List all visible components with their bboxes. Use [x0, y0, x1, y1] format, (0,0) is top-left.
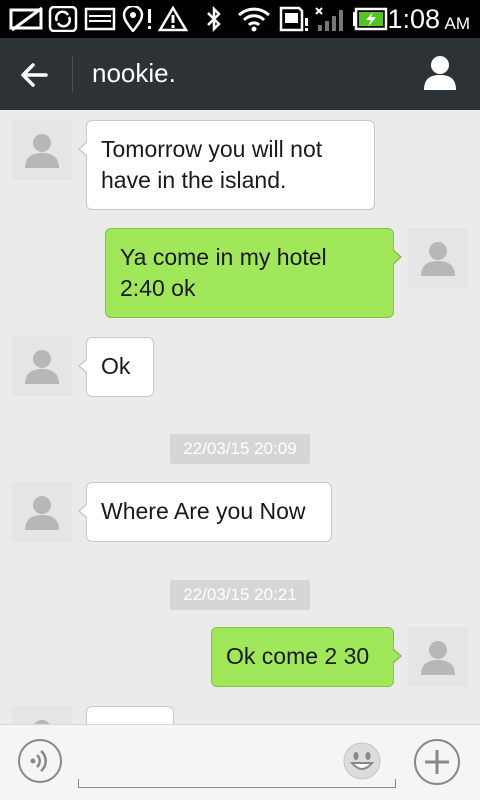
message-line: Ok come 2 30 [226, 643, 370, 669]
avatar-person-icon [25, 496, 59, 530]
avatar-person-icon [421, 242, 455, 276]
sync-icon [48, 6, 78, 32]
contact-avatar[interactable] [12, 120, 72, 180]
plus-button[interactable] [414, 739, 460, 785]
incoming-message[interactable]: Ok [78, 337, 154, 397]
message-line: Ok [101, 353, 131, 379]
battery-charging-icon [353, 7, 388, 31]
plus-icon [425, 750, 449, 774]
message-timestamp: 22/03/15 20:09 [170, 434, 310, 464]
message-line: Tomorrow you will not [101, 136, 323, 162]
contact-avatar[interactable] [12, 706, 72, 724]
emoji-icon[interactable] [342, 741, 382, 781]
voice-icon [30, 750, 47, 772]
incoming-message[interactable]: Where Are you Now [78, 482, 332, 542]
outgoing-message[interactable]: Ok come 2 30 [211, 627, 402, 687]
image-icon [84, 7, 116, 31]
no-sim-icon [9, 6, 43, 32]
incoming-message[interactable]: Tomorrow you will not have in the island… [78, 120, 375, 210]
message-line: Where Are you Now [101, 498, 306, 524]
status-bar: 1:08 AM [0, 0, 480, 38]
clock-time: 1:08 [387, 4, 440, 34]
message-list[interactable]: Tomorrow you will not have in the island… [0, 110, 480, 724]
voice-button[interactable] [18, 739, 62, 783]
avatar-person-icon [34, 720, 50, 724]
chat-header: nookie. [0, 38, 480, 110]
incoming-message-partial[interactable] [86, 706, 174, 724]
my-avatar[interactable] [408, 627, 468, 687]
message-line: Ya come in my hotel [120, 244, 327, 270]
message-line: have in the island. [101, 167, 287, 193]
wifi-icon [237, 7, 271, 32]
message-input-bar [0, 724, 480, 800]
warning-icon [158, 6, 188, 32]
contact-avatar[interactable] [12, 336, 72, 396]
clock-ampm: AM [444, 14, 471, 33]
avatar-person-icon [421, 641, 455, 675]
chat-title: nookie. [92, 58, 176, 88]
location-icon [122, 6, 151, 32]
outgoing-message[interactable]: Ya come in my hotel 2:40 ok [105, 228, 402, 318]
message-timestamp: 22/03/15 20:21 [170, 580, 310, 610]
sd-card-icon [279, 6, 308, 32]
avatar-person-icon [25, 350, 59, 384]
my-avatar[interactable] [408, 228, 468, 288]
contact-avatar[interactable] [12, 482, 72, 542]
header-divider [72, 56, 73, 92]
avatar-person-icon [25, 134, 59, 168]
message-line: 2:40 ok [120, 275, 196, 301]
back-arrow-icon[interactable] [18, 58, 54, 92]
signal-icon [315, 7, 343, 31]
bluetooth-icon [207, 6, 221, 32]
profile-icon[interactable] [422, 54, 458, 92]
